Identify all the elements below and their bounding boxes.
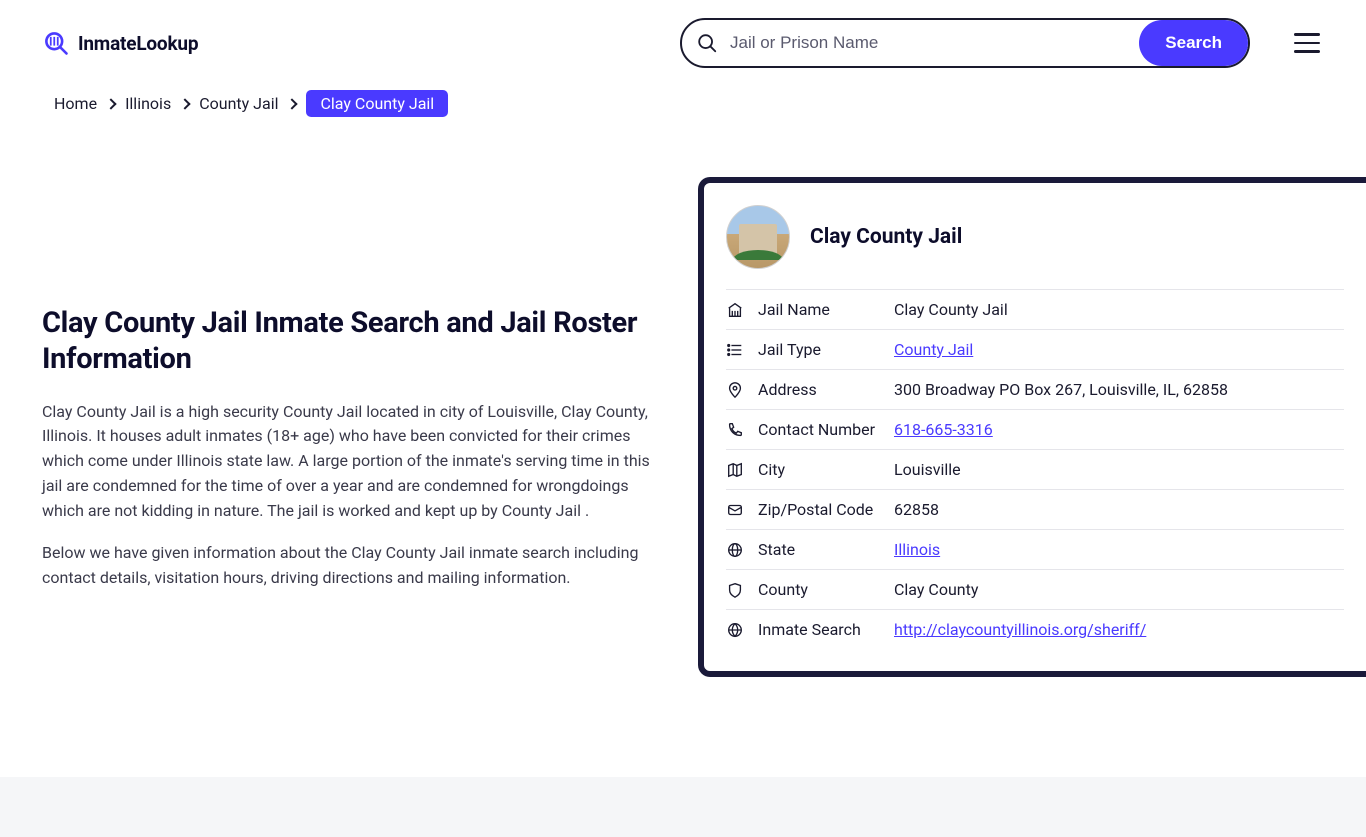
info-value: 62858 [894,500,939,519]
info-value[interactable]: County Jail [894,340,973,359]
info-label: Jail Name [758,300,880,319]
pin-icon [726,381,744,399]
search-bar: Search [680,18,1250,68]
info-label: Zip/Postal Code [758,500,880,519]
list-icon [726,341,744,359]
info-value: Clay County Jail [894,300,1008,319]
web-icon [726,621,744,639]
search-input[interactable] [718,33,1139,53]
menu-button[interactable] [1290,29,1324,57]
info-row: Contact Number 618-665-3316 [726,409,1344,449]
info-value: Louisville [894,460,961,479]
search-icon [696,32,718,54]
info-card: Clay County Jail Jail Name Clay County Ja… [698,177,1366,677]
info-label: Address [758,380,880,399]
info-label: County [758,580,880,599]
jail-avatar [726,205,790,269]
info-label: State [758,540,880,559]
breadcrumb: Home Illinois County Jail Clay County Ja… [0,86,1366,117]
map-icon [726,461,744,479]
info-row: City Louisville [726,449,1344,489]
info-label: City [758,460,880,479]
page-title: Clay County Jail Inmate Search and Jail … [42,305,650,378]
footer-section [0,777,1366,837]
info-label: Contact Number [758,420,880,439]
info-value[interactable]: 618-665-3316 [894,420,993,439]
info-row: Zip/Postal Code 62858 [726,489,1344,529]
logo[interactable]: InmateLookup [42,29,198,57]
info-row: Inmate Search http://claycountyillinois.o… [726,609,1344,649]
search-button[interactable]: Search [1139,20,1248,66]
info-value[interactable]: http://claycountyillinois.org/sheriff/ [894,620,1146,639]
info-row: County Clay County [726,569,1344,609]
info-value: 300 Broadway PO Box 267, Louisville, IL,… [894,380,1228,399]
chevron-right-icon [105,98,116,109]
info-row: Address 300 Broadway PO Box 267, Louisvil… [726,369,1344,409]
body-paragraph: Below we have given information about th… [42,541,650,591]
envelope-icon [726,501,744,519]
hamburger-line [1294,42,1320,45]
breadcrumb-current: Clay County Jail [306,90,448,117]
chevron-right-icon [180,98,191,109]
hamburger-line [1294,50,1320,53]
breadcrumb-state[interactable]: Illinois [125,94,171,113]
chevron-right-icon [287,98,298,109]
info-row: Jail Type County Jail [726,329,1344,369]
logo-text: InmateLookup [78,32,198,55]
info-row: Jail Name Clay County Jail [726,289,1344,329]
info-value: Clay County [894,580,978,599]
shield-icon [726,581,744,599]
search-logo-icon [42,29,70,57]
info-table: Jail Name Clay County Jail Jail Type County… [726,289,1344,649]
card-title: Clay County Jail [810,225,962,249]
building-icon [726,301,744,319]
globe-icon [726,541,744,559]
info-value[interactable]: Illinois [894,540,940,559]
phone-icon [726,421,744,439]
info-label: Inmate Search [758,620,880,639]
breadcrumb-jailtype[interactable]: County Jail [199,94,278,113]
breadcrumb-home[interactable]: Home [54,94,97,113]
hamburger-line [1294,33,1320,36]
info-row: State Illinois [726,529,1344,569]
info-label: Jail Type [758,340,880,359]
body-paragraph: Clay County Jail is a high security Coun… [42,400,650,524]
